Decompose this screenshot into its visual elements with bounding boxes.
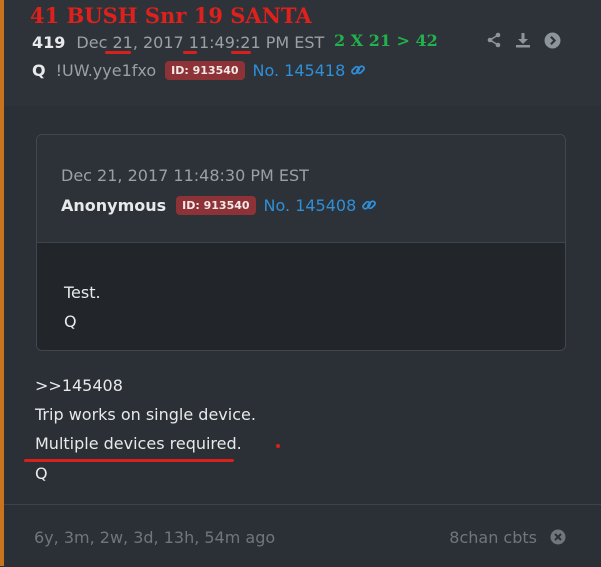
body-line: Trip works on single device. [35,405,256,424]
red-dot-annotation [276,444,280,448]
quoted-post-number-link[interactable]: No. 145408 [264,196,357,215]
quoted-poster-info-row: Anonymous ID: 913540 No. 145408 [61,193,377,217]
quoted-post-date: Dec 21, 2017 11:48:30 PM EST [61,166,309,185]
post-card: 41 BUSH Snr 19 SANTA 419 Dec 21, 2017 11… [4,0,601,567]
body-line: Multiple devices required. [35,434,242,453]
date-hour-underline [183,51,197,54]
arrow-right-circle-icon[interactable] [543,31,561,49]
date-day-underline [105,51,131,54]
body-underline-annotation [24,459,234,462]
poster-id-badge[interactable]: ID: 913540 [165,60,245,80]
share-icon[interactable] [485,31,503,49]
download-icon[interactable] [514,31,532,49]
post-header: 41 BUSH Snr 19 SANTA 419 Dec 21, 2017 11… [4,0,601,106]
poster-info-row: Q !UW.yye1fxo ID: 913540 No. 145418 [32,58,366,82]
post-date: Dec 21, 2017 11:49:21 PM EST [76,32,325,52]
quoted-body-line: Q [64,312,77,331]
link-icon[interactable] [350,62,366,78]
post-footer: 6y, 3m, 2w, 3d, 13h, 54m ago 8chan cbts [4,504,601,567]
reply-link[interactable]: >>145408 [35,376,123,395]
overlay-equation-annotation: 2 X 21 > 42 [334,31,438,50]
post-age: 6y, 3m, 2w, 3d, 13h, 54m ago [34,528,276,547]
overlay-title-annotation: 41 BUSH Snr 19 SANTA [30,3,312,28]
close-icon[interactable] [550,529,566,545]
post-meta-row: 419 Dec 21, 2017 11:49:21 PM EST [32,31,324,53]
source-label: 8chan cbts [449,528,537,547]
post-number-link[interactable]: No. 145418 [253,61,346,80]
link-icon[interactable] [361,197,377,213]
quoted-post-header: Dec 21, 2017 11:48:30 PM EST Anonymous I… [37,135,565,243]
date-second-underline [231,51,251,54]
tripcode: !UW.yye1fxo [55,60,157,80]
quoted-poster-name: Anonymous [61,195,167,215]
post-actions [485,31,561,49]
body-line: Q [35,464,48,483]
quoted-post-card[interactable]: Dec 21, 2017 11:48:30 PM EST Anonymous I… [36,134,566,351]
poster-name: Q [32,60,46,80]
quoted-poster-id-badge[interactable]: ID: 913540 [176,195,256,215]
post-number: 419 [32,32,66,52]
quoted-body-line: Test. [64,283,101,302]
quoted-post-body: Test. Q [37,243,565,350]
